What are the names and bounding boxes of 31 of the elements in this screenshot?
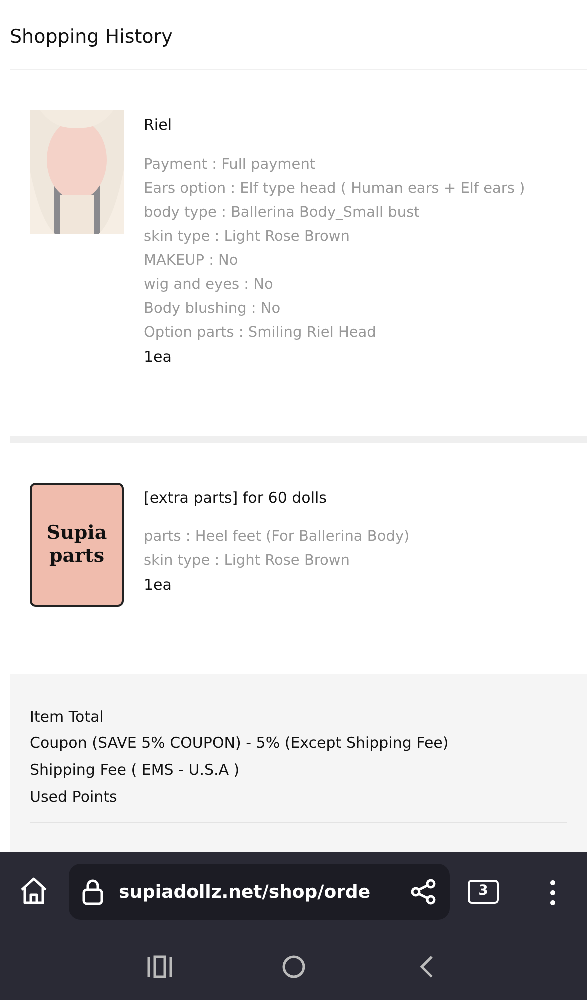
option-text: Payment : Full payment [144,156,317,174]
recent-apps-icon[interactable] [147,955,173,979]
option-text: wig and eyes : No [144,276,274,294]
option-text: Option parts : Smiling Riel Head [144,324,378,342]
logo-text: parts [49,544,105,568]
back-icon[interactable] [418,955,436,979]
summary-label: Shipping Fee ( EMS - U.S.A ) [30,760,241,781]
product-name: Riel [144,115,173,136]
page-title: Shopping History [10,26,174,49]
summary-label: Coupon (SAVE 5% COUPON) - 5% (Except Shipping Fee) [30,733,450,754]
option-text: Ears option : Elf type head ( Human ears + Elf ears ) [144,180,526,198]
option-text: skin type : Light Rose Brown [144,228,351,246]
share-icon[interactable] [410,878,438,906]
summary-label: Used Points [30,786,118,808]
home-icon[interactable] [19,876,49,906]
tab-count[interactable]: 3 [468,880,499,904]
option-text: body type : Ballerina Body_Small bust [144,204,421,222]
product-name: [extra parts] for 60 dolls [144,488,328,508]
summary-label: Item Total [30,706,105,728]
logo-text: Supia [46,522,108,544]
option-text: MAKEUP : No [144,252,240,270]
option-text: skin type : Light Rose Brown [144,552,351,571]
quantity-text: 1ea [144,346,173,368]
home-button-icon[interactable] [282,955,306,979]
option-text: Body blushing : No [144,300,282,318]
more-icon[interactable] [550,880,556,906]
quantity-text: 1ea [144,575,173,596]
address-bar[interactable]: supiadollz.net/shop/orde [69,864,450,920]
url-text: supiadollz.net/shop/orde [119,880,372,904]
lock-icon [81,878,105,906]
option-text: parts : Heel feet (For Ballerina Body) [144,528,410,547]
